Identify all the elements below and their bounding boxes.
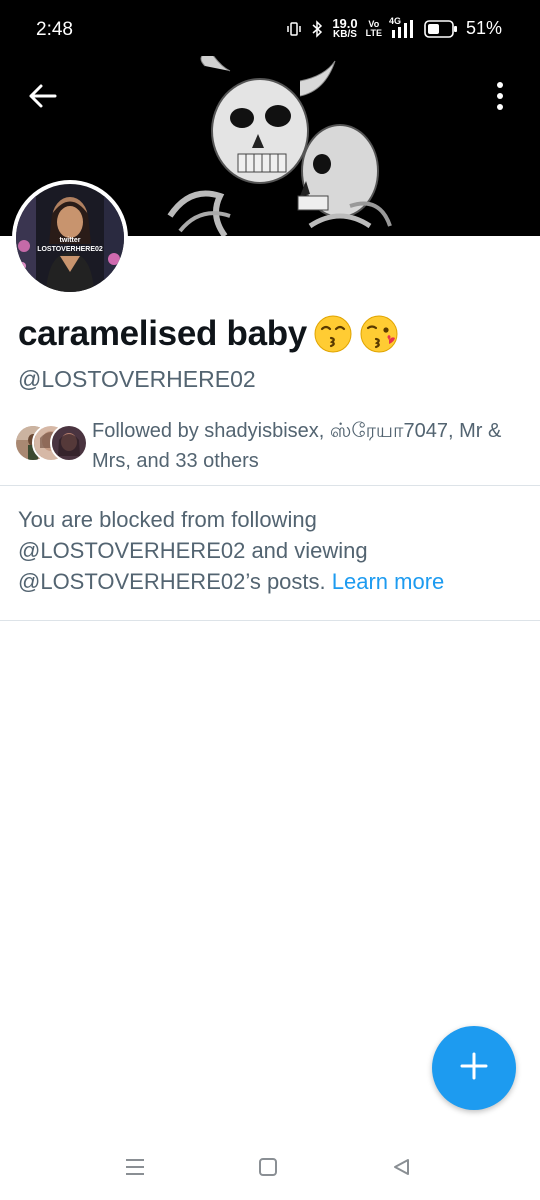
- learn-more-link[interactable]: Learn more: [332, 569, 445, 594]
- followed-by-text: Followed by shadyisbisex, ஸ்ரேயா7047, Mr…: [92, 420, 502, 472]
- blocked-notice-text: You are blocked from following @LOSTOVER…: [18, 507, 368, 594]
- volte-bottom: LTE: [365, 27, 382, 38]
- status-icons: 19.0 KB/S Vo LTE 4G 51%: [286, 16, 502, 40]
- display-name: caramelised baby: [18, 314, 307, 353]
- status-time: 2:48: [36, 19, 73, 40]
- signal-icon: 4G: [389, 16, 416, 38]
- system-back-button[interactable]: [386, 1154, 416, 1184]
- back-triangle-icon: [391, 1157, 411, 1182]
- kissing-face-smiling-eyes-emoji: [313, 314, 353, 354]
- recent-apps-button[interactable]: [120, 1154, 150, 1184]
- status-bar: 2:48 19.0 KB/S Vo LTE 4G 51%: [0, 0, 540, 56]
- back-button[interactable]: [22, 78, 62, 118]
- profile-handle: @LOSTOVERHERE02: [18, 366, 256, 392]
- divider-top: [0, 485, 540, 486]
- followed-by-row[interactable]: Followed by shadyisbisex, ஸ்ரேயா7047, Mr…: [14, 416, 522, 476]
- plus-icon: [459, 1051, 489, 1086]
- follower-avatar-3: [50, 424, 88, 462]
- skeleton-banner-image: [150, 56, 410, 236]
- divider-bottom: [0, 620, 540, 621]
- network-type: 4G: [388, 15, 401, 26]
- battery-icon: [424, 19, 458, 38]
- vibrate-icon: [286, 21, 302, 37]
- system-nav-bar: [0, 1140, 540, 1200]
- bluetooth-icon: [310, 19, 324, 38]
- avatar-text-2: LOSTOVERHERE02: [37, 246, 103, 253]
- arrow-left-icon: [27, 83, 57, 114]
- more-options-button[interactable]: [482, 76, 518, 120]
- display-name-row: caramelised baby: [18, 314, 399, 354]
- follower-avatars: [14, 424, 88, 464]
- blocked-notice: You are blocked from following @LOSTOVER…: [18, 504, 518, 597]
- face-blowing-kiss-emoji: [359, 314, 399, 354]
- net-speed-unit: KB/S: [333, 28, 357, 40]
- volte-indicator: Vo LTE: [365, 19, 382, 38]
- home-square-icon: [258, 1157, 278, 1182]
- compose-fab-button[interactable]: [432, 1026, 516, 1110]
- net-speed: 19.0 KB/S: [332, 17, 357, 40]
- avatar-watermark: twitter LOSTOVERHERE02: [30, 236, 110, 254]
- more-vertical-icon: [496, 81, 504, 116]
- avatar-text-1: twitter: [59, 237, 81, 244]
- menu-icon: [124, 1157, 146, 1182]
- battery-percent: 51%: [465, 18, 502, 38]
- home-button[interactable]: [253, 1154, 283, 1184]
